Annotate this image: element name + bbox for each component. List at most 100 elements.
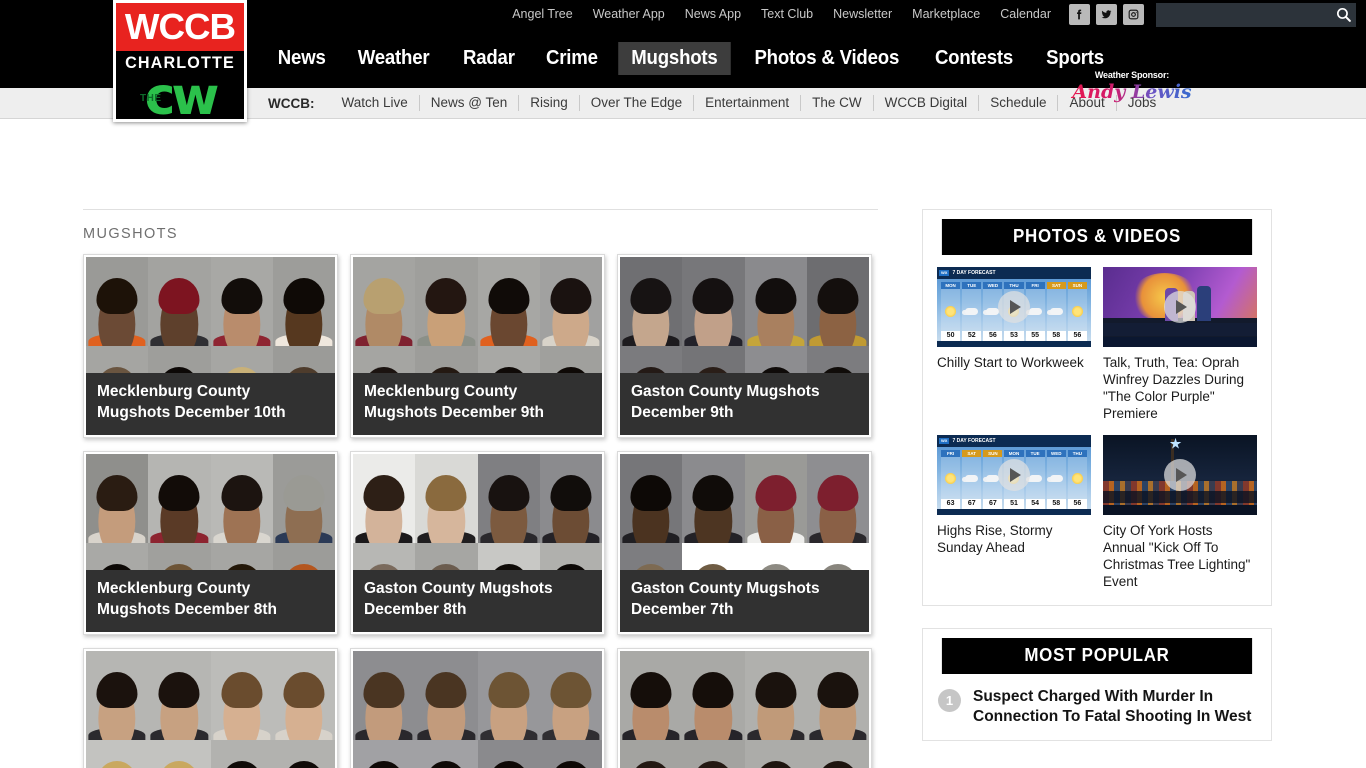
utility-link-calendar[interactable]: Calendar — [990, 8, 1061, 21]
search-form — [1156, 2, 1356, 27]
mugshot-card[interactable]: Gaston County Mugshots December 9th — [617, 254, 872, 438]
video-thumbnail[interactable]: WX 7 DAY FORECAST MON TUE WED THU FRI SAT SUN 50 5… — [937, 267, 1091, 347]
mugshot-photo — [806, 651, 869, 740]
mugshot-photo — [620, 740, 683, 768]
video-title[interactable]: Highs Rise, Stormy Sunday Ahead — [937, 522, 1091, 556]
video-item[interactable]: Talk, Truth, Tea: Oprah Winfrey Dazzles … — [1103, 267, 1257, 423]
play-icon[interactable] — [1164, 291, 1196, 323]
subnav-item-news-at-ten[interactable]: News @ Ten — [418, 95, 519, 111]
mugshot-grid: Mecklenburg County Mugshots December 10t… — [83, 254, 878, 768]
nav-item-weather[interactable]: Weather — [345, 42, 443, 75]
main-column: MUGSHOTS Mecklenburg County Mugshots Dec… — [83, 209, 878, 768]
photos-videos-grid: WX 7 DAY FORECAST MON TUE WED THU FRI SAT SUN 50 5… — [932, 255, 1262, 596]
mugshot-photo — [210, 740, 273, 768]
video-item[interactable]: WX 7 DAY FORECAST MON TUE WED THU FRI SAT SUN 50 5… — [937, 267, 1091, 423]
mugshot-card[interactable] — [83, 648, 338, 768]
nav-item-radar[interactable]: Radar — [450, 42, 528, 75]
mugshot-photo — [620, 257, 683, 346]
twitter-icon[interactable] — [1096, 4, 1117, 25]
nav-item-crime[interactable]: Crime — [533, 42, 611, 75]
list-item[interactable]: 1 Suspect Charged With Murder In Connect… — [938, 687, 1256, 727]
subnav-item-watch-live[interactable]: Watch Live — [331, 95, 419, 111]
video-item[interactable]: City Of York Hosts Annual "Kick Off To C… — [1103, 434, 1257, 591]
mugshot-photo — [477, 651, 540, 740]
nav-item-photos-videos[interactable]: Photos & Videos — [741, 42, 912, 75]
mugshot-photo — [353, 740, 416, 768]
most-popular-heading: MOST POPULAR — [941, 638, 1253, 675]
mugshot-card[interactable]: Gaston County Mugshots December 7th — [617, 451, 872, 635]
mugshot-photo — [210, 651, 273, 740]
mugshot-photo — [682, 651, 745, 740]
video-title[interactable]: Talk, Truth, Tea: Oprah Winfrey Dazzles … — [1103, 354, 1257, 423]
mugshot-photo — [148, 257, 211, 346]
subnav-item-over-the-edge[interactable]: Over The Edge — [578, 95, 693, 111]
mugshot-photo — [415, 651, 478, 740]
mugshot-photo — [415, 454, 478, 543]
subnav-item-wccb-digital[interactable]: WCCB Digital — [872, 95, 979, 111]
play-icon[interactable] — [998, 458, 1030, 491]
mugshot-photo — [272, 257, 335, 346]
mugshot-photo — [148, 651, 211, 740]
utility-link-marketplace[interactable]: Marketplace — [902, 8, 990, 21]
mugshot-photo — [806, 257, 869, 346]
utility-link-weather-app[interactable]: Weather App — [583, 8, 675, 21]
utility-link-news-app[interactable]: News App — [675, 8, 751, 21]
subnav-item-entertainment[interactable]: Entertainment — [693, 95, 800, 111]
facebook-icon[interactable] — [1069, 4, 1090, 25]
mugshot-card[interactable]: Mecklenburg County Mugshots December 10t… — [83, 254, 338, 438]
mugshot-card[interactable]: Mecklenburg County Mugshots December 8th — [83, 451, 338, 635]
video-thumbnail[interactable] — [1103, 267, 1257, 347]
weather-sponsor[interactable]: Weather Sponsor: Andy Lewis — [1066, 70, 1198, 103]
mugshot-collage — [620, 651, 869, 768]
nav-item-mugshots[interactable]: Mugshots — [618, 42, 731, 75]
mugshot-photo — [744, 454, 807, 543]
photos-videos-heading: PHOTOS & VIDEOS — [941, 219, 1253, 255]
most-popular-title[interactable]: Suspect Charged With Murder In Connectio… — [973, 687, 1256, 727]
mugshot-card[interactable] — [617, 648, 872, 768]
mugshot-card[interactable]: Mecklenburg County Mugshots December 9th — [350, 254, 605, 438]
most-popular-list: 1 Suspect Charged With Murder In Connect… — [932, 674, 1262, 731]
mugshot-collage — [86, 651, 335, 768]
play-icon[interactable] — [1164, 458, 1196, 491]
subnav-item-schedule[interactable]: Schedule — [978, 95, 1057, 111]
mugshot-photo — [477, 257, 540, 346]
utility-link-newsletter[interactable]: Newsletter — [823, 8, 902, 21]
video-title[interactable]: Chilly Start to Workweek — [937, 354, 1091, 371]
subnav-item-rising[interactable]: Rising — [518, 95, 579, 111]
video-item[interactable]: WX 7 DAY FORECAST FRI SAT SUN MON TUE WED THU 63 6… — [937, 434, 1091, 591]
mugshot-photo — [744, 651, 807, 740]
rank-badge: 1 — [938, 689, 961, 713]
mugshot-card-title: Mecklenburg County Mugshots December 10t… — [86, 373, 335, 435]
subnav-item-the-cw[interactable]: The CW — [800, 95, 873, 111]
mugshot-photo — [539, 257, 602, 346]
video-thumbnail[interactable] — [1103, 434, 1257, 515]
mugshot-photo — [806, 454, 869, 543]
video-title[interactable]: City Of York Hosts Annual "Kick Off To C… — [1103, 522, 1257, 591]
utility-link-text-club[interactable]: Text Club — [751, 8, 823, 21]
site-logo[interactable]: WCCB CHARLOTTE THE cw — [113, 0, 247, 123]
mugshot-photo — [682, 740, 745, 768]
mugshot-photo — [744, 257, 807, 346]
logo-callsign: WCCB — [116, 3, 244, 51]
instagram-icon[interactable] — [1123, 4, 1144, 25]
most-popular-panel: MOST POPULAR 1 Suspect Charged With Murd… — [922, 628, 1272, 742]
sidebar: PHOTOS & VIDEOS WX 7 DAY FORECAST MON TUE WE… — [922, 209, 1272, 768]
nav-item-contests[interactable]: Contests — [922, 42, 1026, 75]
mugshot-photo — [353, 257, 416, 346]
search-button[interactable] — [1330, 3, 1356, 27]
mugshot-photo — [210, 257, 273, 346]
nav-item-news[interactable]: News — [265, 42, 339, 75]
mugshot-card-title: Mecklenburg County Mugshots December 9th — [353, 373, 602, 435]
logo-the-text: THE — [140, 93, 162, 104]
search-input[interactable] — [1156, 2, 1330, 27]
mugshot-photo — [620, 651, 683, 740]
mugshot-card-title: Mecklenburg County Mugshots December 8th — [86, 570, 335, 632]
play-icon[interactable] — [998, 291, 1030, 323]
mugshot-card[interactable] — [350, 648, 605, 768]
page-title: MUGSHOTS — [83, 226, 178, 242]
mugshot-photo — [415, 740, 478, 768]
mugshot-card[interactable]: Gaston County Mugshots December 8th — [350, 451, 605, 635]
video-thumbnail[interactable]: WX 7 DAY FORECAST FRI SAT SUN MON TUE WED THU 63 6… — [937, 434, 1091, 515]
mugshot-photo — [415, 257, 478, 346]
utility-link-angel-tree[interactable]: Angel Tree — [502, 8, 582, 21]
